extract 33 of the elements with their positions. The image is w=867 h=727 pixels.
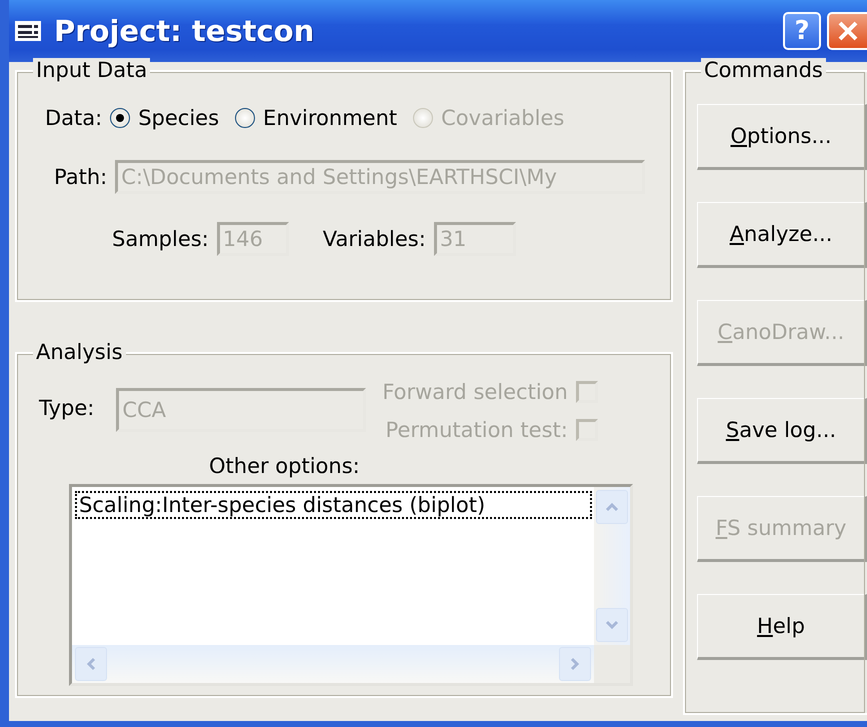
radio-label: Environment — [263, 106, 398, 130]
command-button[interactable]: Save log... — [697, 398, 867, 464]
scrollbar-corner — [594, 645, 630, 683]
command-button[interactable]: Options... — [697, 104, 867, 170]
radio-label: Covariables — [441, 106, 564, 130]
command-button[interactable]: Analyze... — [697, 202, 867, 268]
options-list[interactable]: Scaling:Inter-species distances (biplot) — [69, 484, 633, 686]
close-icon — [837, 20, 859, 42]
type-label: Type: — [39, 396, 94, 420]
scroll-left-icon[interactable] — [75, 647, 107, 681]
command-button[interactable]: Help — [697, 594, 867, 660]
radio-button[interactable] — [110, 108, 130, 128]
window-icon — [14, 20, 42, 42]
help-button[interactable]: ? — [783, 12, 821, 50]
scroll-right-icon[interactable] — [559, 647, 591, 681]
path-label: Path: — [54, 165, 108, 189]
scroll-down-icon[interactable] — [596, 608, 628, 642]
checkbox-label: Permutation test: — [386, 418, 568, 442]
radio-button[interactable] — [235, 108, 256, 128]
vertical-scrollbar[interactable] — [594, 487, 630, 645]
checkbox-label: Forward selection — [382, 380, 568, 404]
close-button[interactable] — [827, 12, 867, 50]
samples-label: Samples: — [112, 227, 209, 251]
data-label: Data: — [45, 106, 102, 130]
window-title: Project: testcon — [54, 14, 316, 48]
group-legend: Input Data — [33, 58, 150, 82]
variables-label: Variables: — [322, 227, 426, 251]
other-options-label: Other options: — [209, 454, 360, 478]
list-item[interactable]: Scaling:Inter-species distances (biplot) — [75, 491, 592, 519]
group-legend: Analysis — [33, 340, 126, 364]
radio-label: Species — [138, 106, 220, 130]
scroll-up-icon[interactable] — [596, 490, 628, 524]
horizontal-scrollbar[interactable] — [72, 645, 594, 683]
